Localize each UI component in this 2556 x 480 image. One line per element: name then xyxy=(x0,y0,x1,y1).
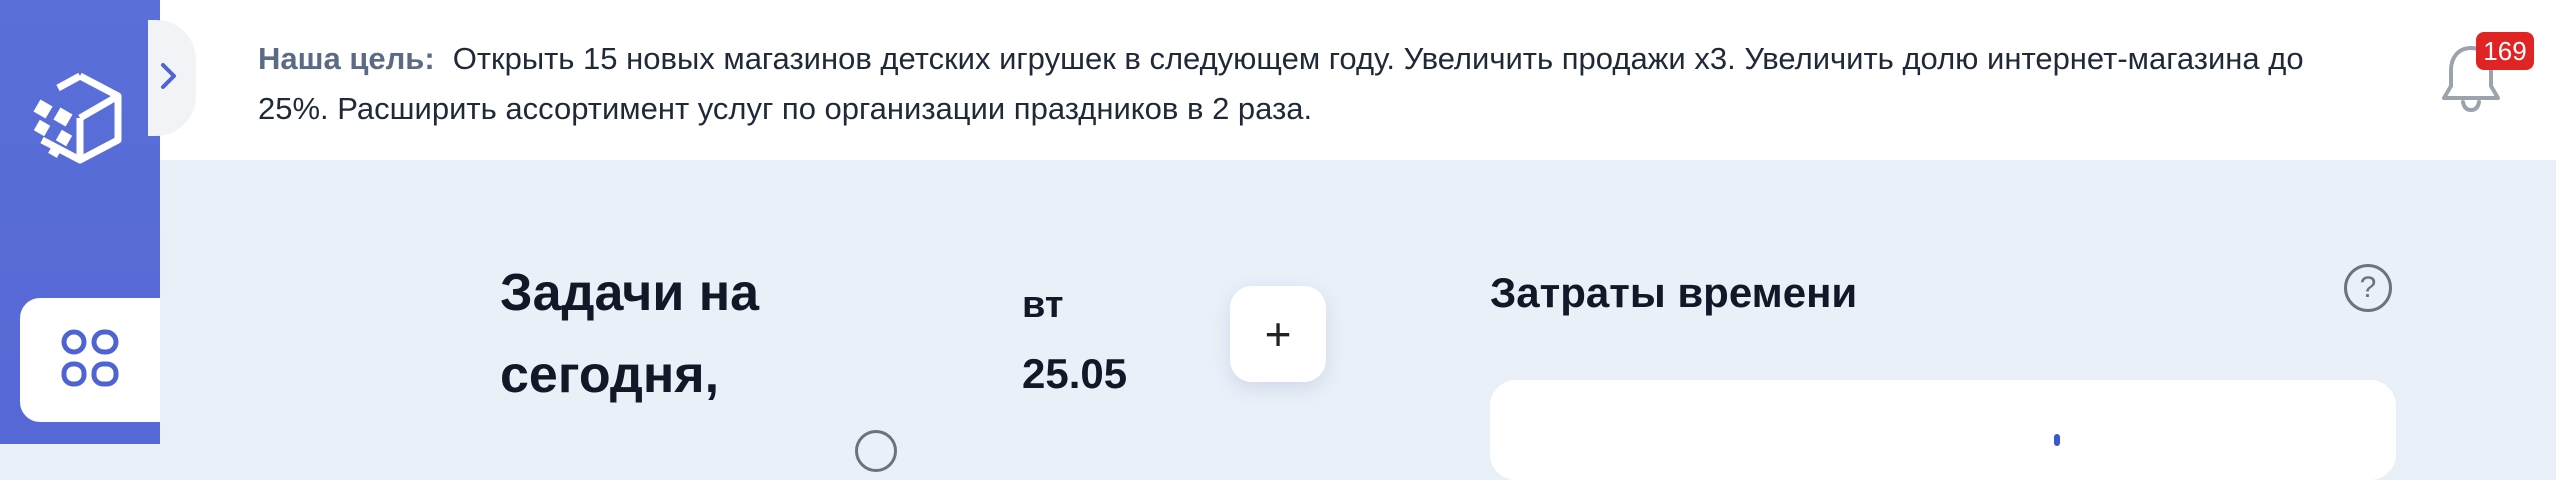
tasks-title: Задачи на сегодня, xyxy=(500,264,760,404)
time-costs-title: Затраты времени xyxy=(1490,269,1858,316)
weekday-label: вт xyxy=(1022,284,1064,326)
chevron-right-icon xyxy=(161,61,180,96)
chart-marker xyxy=(2054,434,2060,446)
add-task-button[interactable]: + xyxy=(1230,286,1326,382)
cube-logo-icon[interactable] xyxy=(22,62,138,178)
top-header: Наша цель: Открыть 15 новых магазинов дет… xyxy=(160,0,2556,160)
sidebar-collapse-button[interactable] xyxy=(148,20,196,136)
sidebar xyxy=(0,0,160,444)
date-label: 25.05 xyxy=(1022,350,1128,397)
dashboard-grid-icon xyxy=(58,326,122,395)
sidebar-item-dashboard[interactable] xyxy=(20,298,160,422)
time-costs-card xyxy=(1490,380,2396,480)
notifications-badge[interactable]: 169 xyxy=(2476,32,2534,70)
goal-label: Наша цель: xyxy=(258,41,435,76)
question-circle-icon[interactable]: ? xyxy=(2344,264,2392,312)
tasks-help-icon[interactable] xyxy=(855,430,897,472)
goal-text: Открыть 15 новых магазинов детских игруш… xyxy=(258,41,2304,126)
date-display: вт 25.05 xyxy=(1022,280,1127,404)
goal-banner: Наша цель: Открыть 15 новых магазинов дет… xyxy=(258,34,2358,134)
